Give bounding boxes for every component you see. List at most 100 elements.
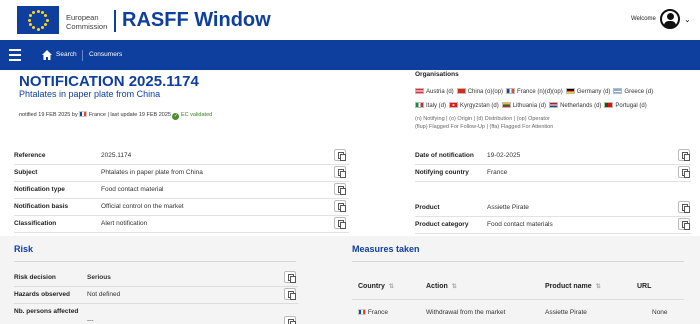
field-label: Product (415, 204, 440, 211)
field-value: Official control on the market (101, 203, 184, 210)
portugal-flag-icon (604, 102, 614, 108)
copy-icon[interactable] (334, 166, 346, 178)
field-hazards-observed: Hazards observed Not defined (14, 287, 298, 304)
column-header-action[interactable]: Action ⇅ (426, 283, 457, 290)
field-product: Product Assiette Pirate (415, 200, 691, 217)
field-value: Not defined (87, 291, 121, 298)
kyrgyzstan-flag-icon (449, 102, 459, 108)
organisation-entry: Netherlands (d) (549, 102, 601, 109)
field-nb-persons-affected: Nb. persons affected --- (14, 304, 298, 324)
eu-star-icon (45, 18, 49, 22)
field-label: Reference (14, 152, 46, 159)
column-header-label: Product name (545, 283, 592, 290)
france-flag-icon (358, 309, 366, 315)
copy-icon[interactable] (334, 200, 346, 212)
organisation-entry: France (n)(d)(op) (506, 88, 563, 95)
field-value: 2025.1174 (101, 152, 132, 159)
organisation-name: Kyrgyzstan (d) (460, 103, 499, 109)
organisation-entry: Portugal (d) (604, 102, 647, 109)
copy-icon[interactable] (284, 288, 296, 300)
copy-icon[interactable] (284, 271, 296, 283)
copy-icon[interactable] (334, 217, 346, 229)
organisation-name: Greece (d) (624, 89, 654, 95)
netherlands-flag-icon (549, 102, 559, 108)
measures-title-divider (352, 261, 684, 262)
copy-icon[interactable] (678, 149, 690, 161)
field-product-category: Product category Food contact materials (415, 217, 691, 234)
chevron-down-icon[interactable]: ⌄ (684, 15, 691, 24)
organisation-entry: Lithuania (d) (501, 102, 547, 109)
field-label: Classification (14, 220, 57, 227)
eu-star-icon (36, 9, 40, 13)
hamburger-menu-icon[interactable] (9, 49, 21, 64)
field-classification: Classification Alert notification (14, 216, 349, 233)
column-header-url: URL (637, 283, 651, 290)
organisation-name: Lithuania (d) (512, 103, 547, 109)
organisation-name: Germany (d) (576, 89, 611, 95)
organisation-entry: Italy (d) (415, 102, 446, 109)
field-date-of-notification: Date of notification 19-02-2025 (415, 148, 691, 165)
field-notification-basis: Notification basis Official control on t… (14, 199, 349, 216)
top-header: European Commission RASFF Window Welcome… (0, 0, 700, 40)
risk-title: Risk (14, 244, 34, 254)
organisation-name: Austria (d) (426, 89, 454, 95)
nav-search-link[interactable]: Search (56, 51, 77, 58)
column-header-label: URL (637, 283, 652, 290)
field-value: Phtalates in paper plate from China (101, 169, 203, 176)
sort-icon[interactable]: ⇅ (389, 284, 394, 290)
field-subject: Subject Phtalates in paper plate from Ch… (14, 165, 349, 182)
field-value: Alert notification (101, 220, 148, 227)
copy-icon[interactable] (284, 316, 296, 324)
eu-star-icon (32, 10, 35, 14)
france-flag-icon (79, 111, 88, 117)
field-value: Food contact material (101, 186, 164, 193)
risk-title-divider (14, 261, 296, 262)
eu-star-icon (32, 26, 35, 30)
sort-icon[interactable]: ⇅ (452, 284, 457, 290)
column-header-label: Action (426, 283, 448, 290)
column-header-label: Country (358, 283, 385, 290)
france-flag-icon (506, 88, 516, 94)
germany-flag-icon (565, 88, 575, 94)
main-nav: Search Consumers (0, 40, 700, 70)
field-label: Risk decision (14, 274, 56, 281)
organisation-entry: Kyrgyzstan (d) (449, 102, 499, 109)
column-header-product-name[interactable]: Product name ⇅ (545, 283, 601, 290)
eu-star-icon (41, 10, 44, 14)
organisation-entry: Greece (d) (613, 88, 654, 95)
china-flag-icon (456, 88, 466, 94)
organisations-legend-1: (n) Notifying | (o) Origin | (d) Distrib… (415, 116, 550, 122)
copy-icon[interactable] (334, 149, 346, 161)
nav-consumers-link[interactable]: Consumers (89, 51, 122, 58)
home-icon[interactable] (41, 49, 53, 61)
organisation-entry: Austria (d) (415, 88, 454, 95)
eu-flag-logo (17, 6, 59, 34)
copy-icon[interactable] (678, 201, 690, 213)
organisation-entry: China (o)(op) (456, 88, 504, 95)
field-value: Food contact materials (487, 221, 553, 228)
eu-star-icon (28, 23, 32, 26)
eu-star-icon (28, 14, 32, 17)
field-label: Nb. persons affected (14, 308, 79, 315)
notified-country: France (88, 112, 106, 118)
field-notification-type: Notification type Food contact material (14, 182, 349, 199)
italy-flag-icon (415, 102, 424, 108)
organisations-row-2: Italy (d) Kyrgyzstan (d) Lithuania (d) Neth… (415, 102, 650, 109)
welcome-label: Welcome (631, 16, 656, 22)
copy-icon[interactable] (678, 166, 690, 178)
lithuania-flag-icon (501, 102, 511, 108)
ec-validated-label: EC validated (181, 112, 213, 118)
copy-icon[interactable] (678, 218, 690, 230)
nav-separator (82, 50, 83, 61)
cell-country: France (358, 309, 388, 316)
organisation-name: China (o)(op) (467, 89, 504, 95)
field-label: Hazards observed (14, 291, 70, 298)
sort-icon[interactable]: ⇅ (596, 284, 601, 290)
copy-icon[interactable] (334, 183, 346, 195)
user-avatar-icon[interactable] (660, 9, 680, 29)
ec-line1: European (66, 13, 99, 22)
notification-subtitle: Phtalates in paper plate from China (19, 89, 161, 99)
organisations-title: Organisations (415, 71, 459, 78)
column-header-country[interactable]: Country ⇅ (358, 283, 394, 290)
field-label: Notification basis (14, 203, 69, 210)
